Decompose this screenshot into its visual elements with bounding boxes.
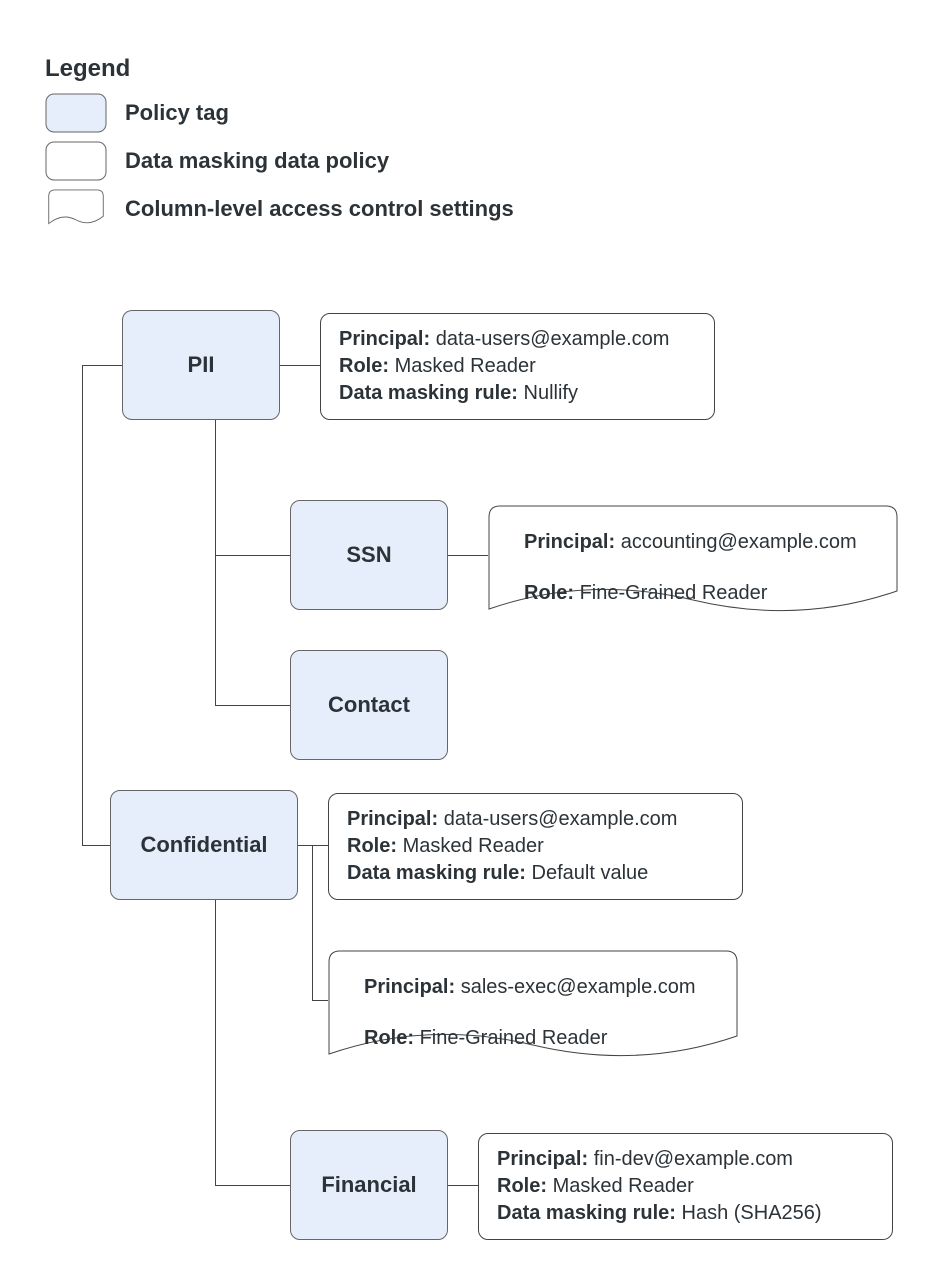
access-control-icon	[45, 189, 107, 229]
legend: Legend Policy tag Data masking data poli…	[45, 55, 514, 237]
connector-line	[280, 365, 320, 366]
policy-line: Data masking rule: Default value	[347, 860, 724, 887]
legend-title: Legend	[45, 55, 514, 83]
connector-line	[82, 365, 83, 845]
data-policy-confidential: Principal: data-users@example.com Role: …	[328, 793, 743, 900]
tag-label: Financial	[321, 1172, 416, 1198]
policy-line: Role: Masked Reader	[339, 353, 696, 380]
tag-label: PII	[188, 352, 215, 378]
connector-line	[312, 845, 313, 1000]
policy-line: Principal: data-users@example.com	[339, 326, 696, 353]
connector-line	[448, 1185, 478, 1186]
policy-tag-confidential: Confidential	[110, 790, 298, 900]
connector-line	[215, 705, 290, 706]
legend-row-data-policy: Data masking data policy	[45, 141, 514, 181]
tag-label: Confidential	[140, 832, 267, 858]
legend-label: Data masking data policy	[125, 148, 389, 174]
connector-line	[312, 1000, 328, 1001]
connector-line	[82, 845, 110, 846]
connector-line	[215, 1185, 290, 1186]
policy-line: Principal: data-users@example.com	[347, 806, 724, 833]
connector-line	[215, 555, 290, 556]
policy-line: Data masking rule: Nullify	[339, 380, 696, 407]
data-policy-icon	[45, 141, 107, 181]
connector-line	[82, 365, 122, 366]
connector-line	[448, 555, 488, 556]
policy-tag-financial: Financial	[290, 1130, 448, 1240]
policy-line: Role: Masked Reader	[497, 1173, 874, 1200]
tag-label: SSN	[346, 542, 391, 568]
policy-line: Role: Masked Reader	[347, 833, 724, 860]
policy-tag-contact: Contact	[290, 650, 448, 760]
policy-tag-icon	[45, 93, 107, 133]
data-policy-financial: Principal: fin-dev@example.com Role: Mas…	[478, 1133, 893, 1240]
policy-line: Data masking rule: Hash (SHA256)	[497, 1200, 874, 1227]
access-control-ssn: Principal: accounting@example.com Role: …	[488, 505, 898, 625]
legend-label: Policy tag	[125, 100, 229, 126]
legend-row-access-control: Column-level access control settings	[45, 189, 514, 229]
connector-line	[215, 420, 216, 705]
legend-label: Column-level access control settings	[125, 196, 514, 222]
legend-row-policy-tag: Policy tag	[45, 93, 514, 133]
connector-line	[298, 845, 328, 846]
data-policy-pii: Principal: data-users@example.com Role: …	[320, 313, 715, 420]
access-control-confidential: Principal: sales-exec@example.com Role: …	[328, 950, 738, 1070]
policy-tag-ssn: SSN	[290, 500, 448, 610]
policy-line: Principal: fin-dev@example.com	[497, 1146, 874, 1173]
connector-line	[215, 900, 216, 1185]
policy-tag-pii: PII	[122, 310, 280, 420]
tag-label: Contact	[328, 692, 410, 718]
